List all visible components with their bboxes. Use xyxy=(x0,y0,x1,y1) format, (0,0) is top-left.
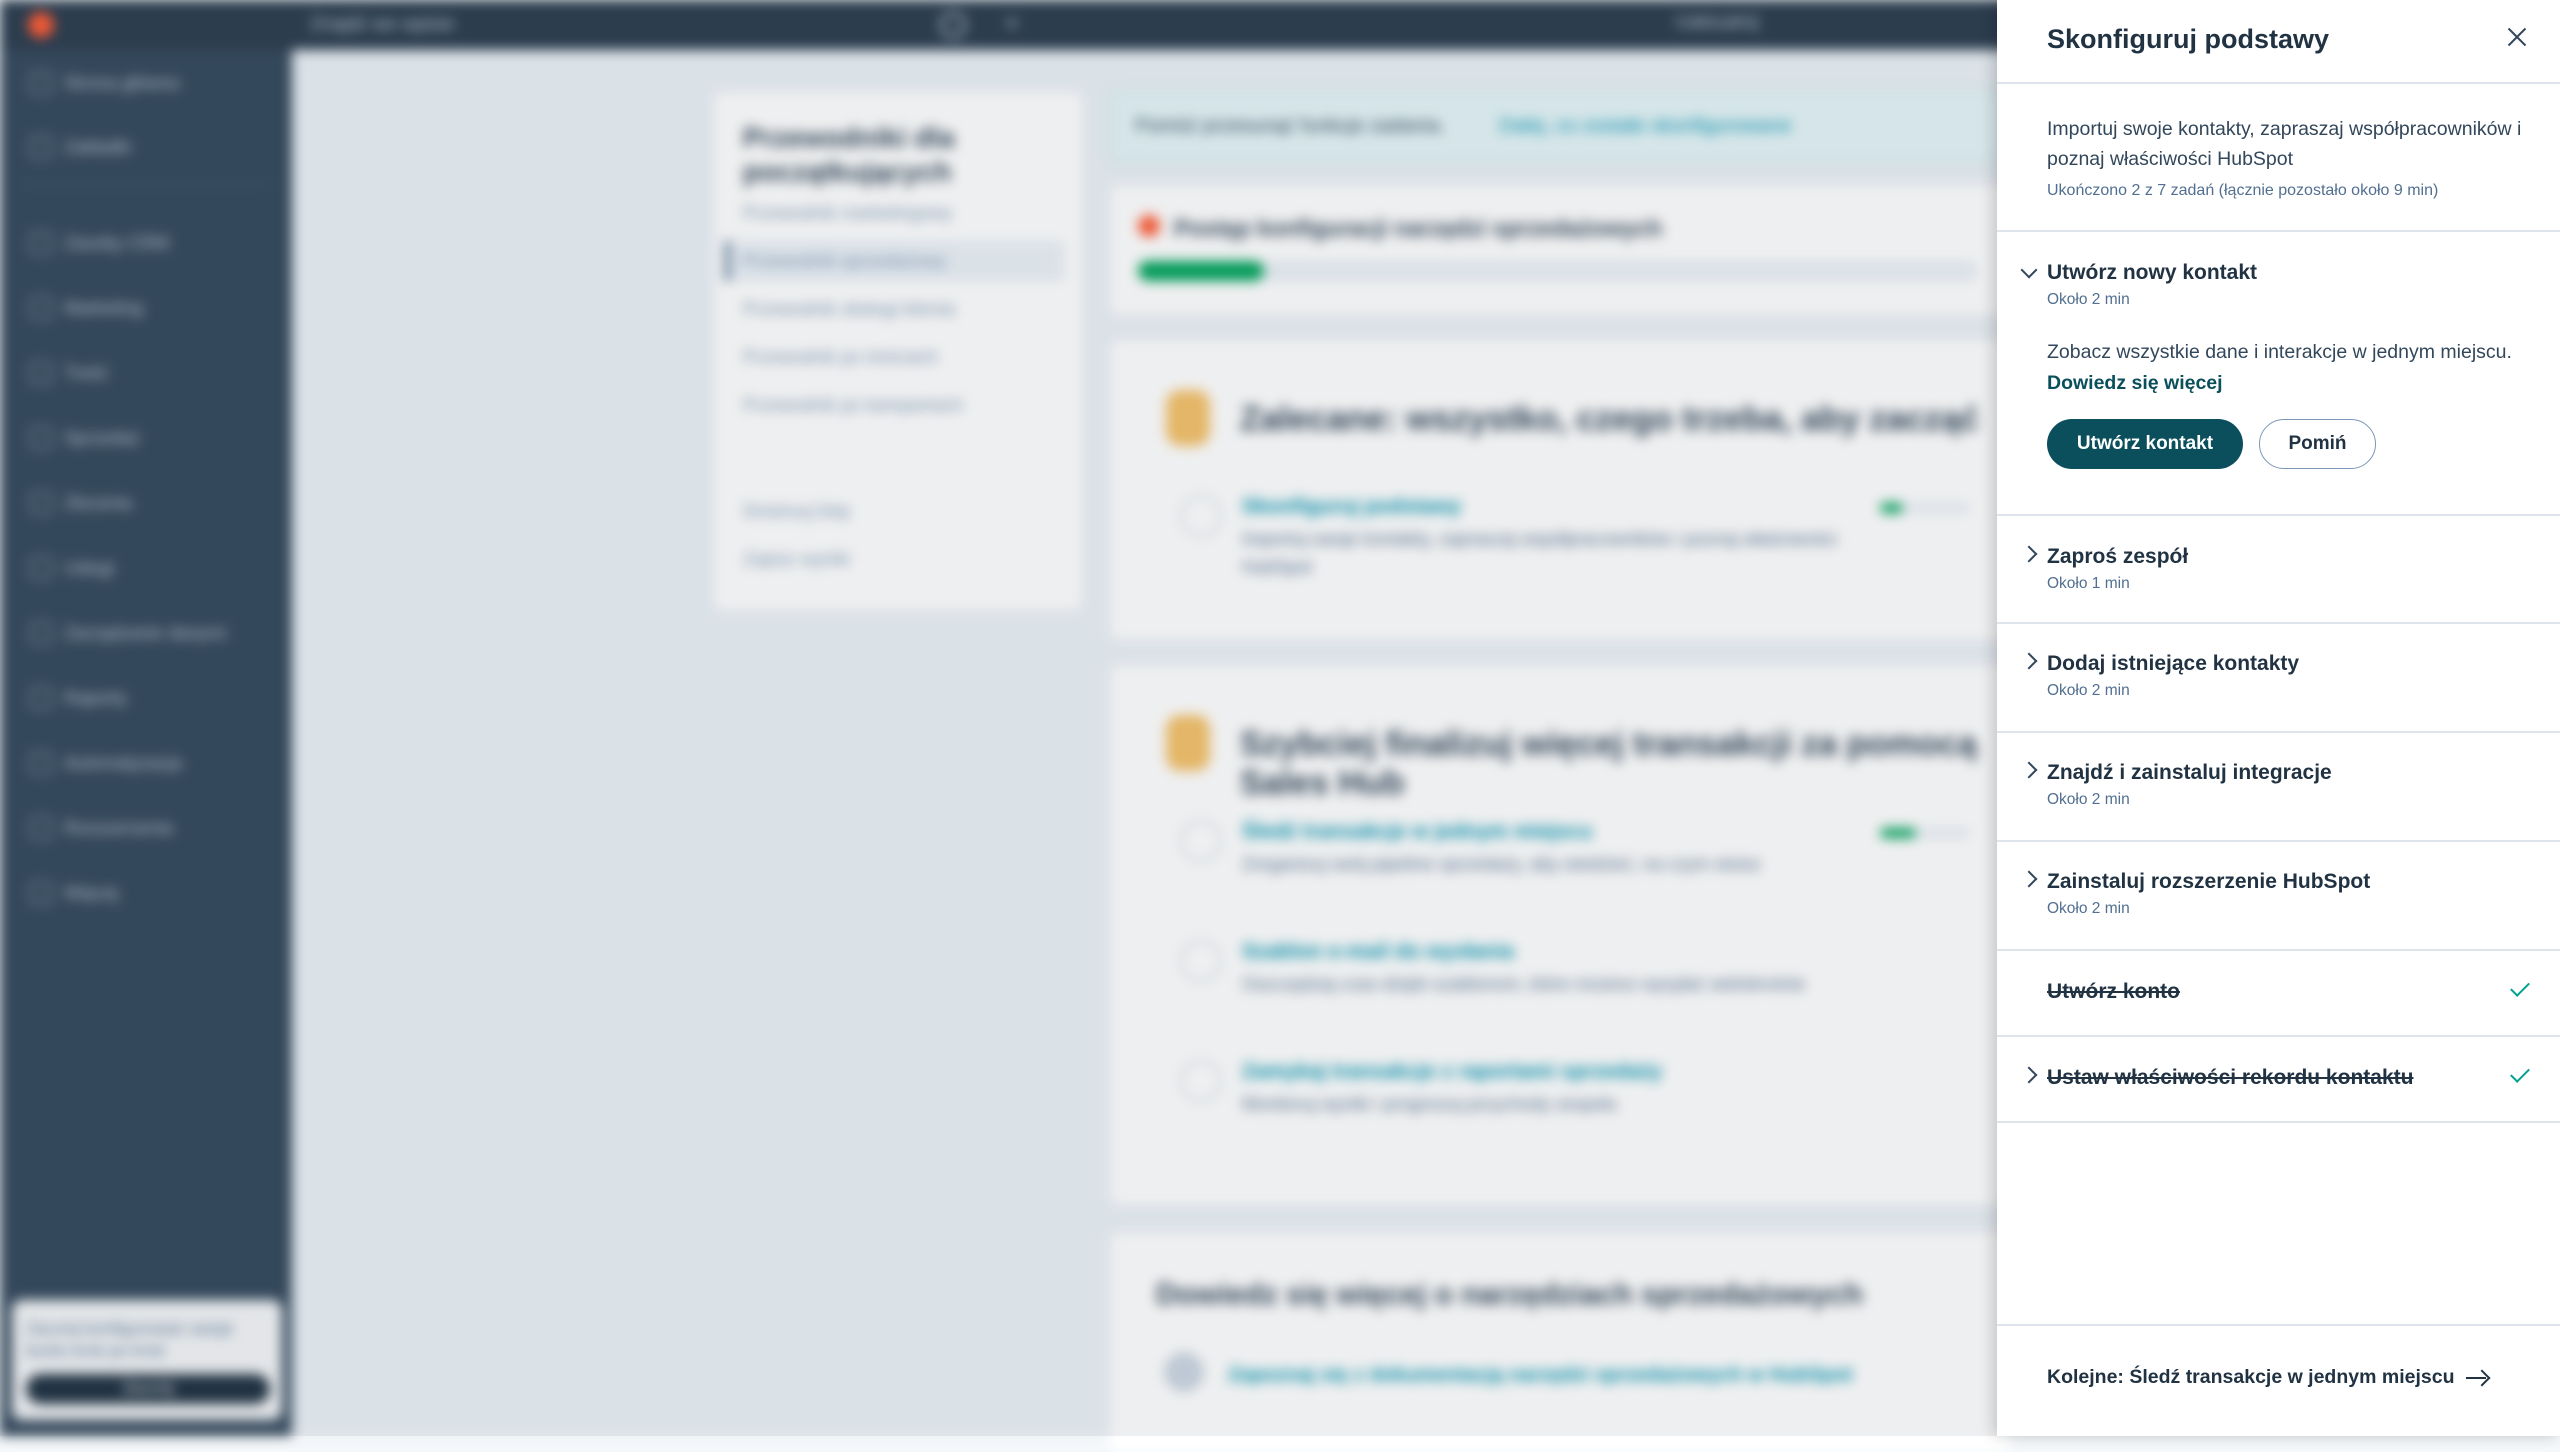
task-integrations[interactable]: Znajdź i zainstaluj integracje Około 2 m… xyxy=(1997,732,2560,841)
progress-note: Ukończono 2 z 7 zadań (łącznie pozostało… xyxy=(2047,182,2439,199)
divider xyxy=(1997,82,2560,84)
task-description: Zobacz wszystkie dane i interakcje w jed… xyxy=(2047,341,2512,363)
chevron-right-icon[interactable] xyxy=(2020,761,2038,779)
task-time: Około 2 min xyxy=(2047,682,2130,699)
learn-more-link[interactable]: Dowiedz się więcej xyxy=(2047,372,2223,395)
divider xyxy=(1997,1121,2560,1123)
task-add-contacts[interactable]: Dodaj istniejące kontakty Około 2 min xyxy=(1997,623,2560,732)
skip-button[interactable]: Pomiń xyxy=(2259,419,2376,469)
task-time: Około 2 min xyxy=(2047,791,2130,808)
task-contact-properties[interactable]: Ustaw właściwości rekordu kontaktu xyxy=(1997,1036,2560,1121)
panel-intro: Importuj swoje kontakty, zapraszaj współ… xyxy=(2047,118,2522,170)
task-title[interactable]: Zainstaluj rozszerzenie HubSpot xyxy=(2047,870,2370,894)
task-time: Około 2 min xyxy=(2047,291,2130,308)
chevron-right-icon[interactable] xyxy=(2020,870,2038,888)
panel-title: Skonfiguruj podstawy xyxy=(2047,24,2330,54)
footer-divider xyxy=(1997,1324,2560,1326)
setup-panel: Skonfiguruj podstawy Importuj swoje kont… xyxy=(1997,0,2560,1436)
task-title[interactable]: Dodaj istniejące kontakty xyxy=(2047,652,2299,676)
close-icon[interactable] xyxy=(2502,22,2532,52)
task-time: Około 1 min xyxy=(2047,575,2130,592)
task-time: Około 2 min xyxy=(2047,900,2130,917)
chevron-right-icon[interactable] xyxy=(2020,545,2038,563)
arrow-right-icon xyxy=(2466,1370,2488,1386)
checkmark-icon xyxy=(2510,1063,2530,1083)
next-task-link[interactable]: Kolejne: Śledź transakcje w jednym miejs… xyxy=(2047,1366,2488,1389)
task-title[interactable]: Utwórz nowy kontakt xyxy=(2047,261,2257,285)
chevron-right-icon[interactable] xyxy=(2020,652,2038,670)
task-title[interactable]: Ustaw właściwości rekordu kontaktu xyxy=(2047,1066,2413,1090)
create-contact-button[interactable]: Utwórz kontakt xyxy=(2047,419,2243,469)
chevron-down-icon[interactable] xyxy=(2020,261,2038,279)
chevron-right-icon[interactable] xyxy=(2020,1066,2038,1084)
task-invite-team[interactable]: Zaproś zespół Około 1 min xyxy=(1997,515,2560,623)
task-title[interactable]: Zaproś zespół xyxy=(2047,545,2188,569)
task-extension[interactable]: Zainstaluj rozszerzenie HubSpot Około 2 … xyxy=(1997,841,2560,950)
task-title[interactable]: Utwórz konto xyxy=(2047,980,2180,1004)
checkmark-icon xyxy=(2510,977,2530,997)
task-title[interactable]: Znajdź i zainstaluj integracje xyxy=(2047,761,2332,785)
